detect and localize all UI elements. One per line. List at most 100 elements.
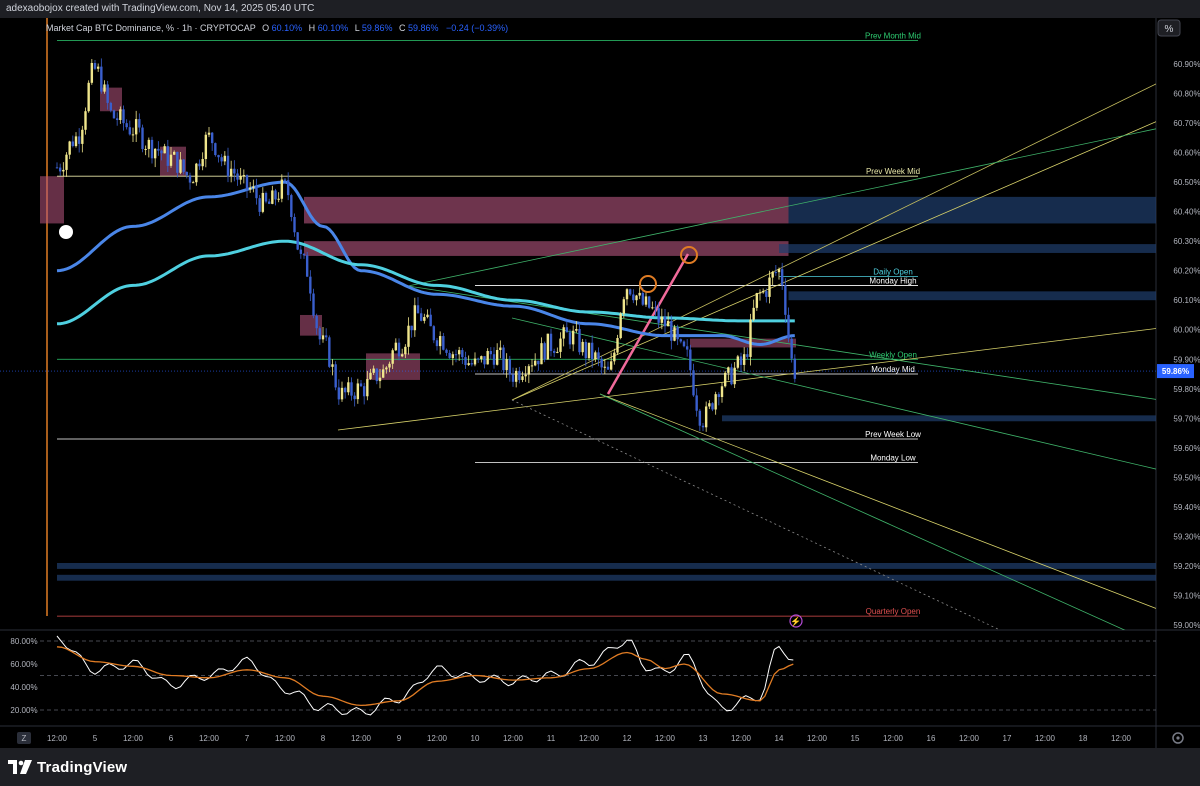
candle[interactable]: [340, 387, 344, 400]
candle[interactable]: [692, 370, 695, 396]
candle[interactable]: [739, 356, 743, 365]
candle[interactable]: [128, 127, 132, 135]
candle[interactable]: [210, 132, 214, 144]
candle[interactable]: [96, 66, 100, 69]
candle[interactable]: [172, 151, 176, 155]
candle[interactable]: [708, 403, 711, 407]
candle[interactable]: [793, 358, 797, 379]
candle[interactable]: [695, 395, 698, 411]
candle[interactable]: [378, 377, 382, 382]
candle[interactable]: [682, 341, 686, 347]
trend-line[interactable]: [407, 285, 1160, 400]
candle[interactable]: [552, 350, 556, 353]
candle[interactable]: [442, 336, 445, 350]
candle[interactable]: [334, 364, 337, 388]
candle[interactable]: [286, 180, 290, 196]
candle[interactable]: [679, 339, 683, 342]
candle[interactable]: [62, 169, 65, 172]
candle[interactable]: [606, 366, 610, 370]
candle[interactable]: [657, 308, 660, 323]
candle[interactable]: [733, 367, 736, 385]
candle[interactable]: [220, 157, 223, 162]
candle[interactable]: [761, 291, 765, 293]
candle[interactable]: [381, 369, 385, 378]
candle[interactable]: [505, 359, 508, 371]
candle[interactable]: [448, 352, 451, 359]
supply-zone[interactable]: [304, 196, 789, 224]
candle[interactable]: [100, 66, 103, 92]
candle[interactable]: [191, 182, 195, 184]
candle[interactable]: [182, 159, 185, 172]
candle[interactable]: [315, 315, 318, 329]
candle[interactable]: [476, 358, 480, 360]
candle[interactable]: [359, 383, 363, 387]
candle[interactable]: [245, 175, 249, 190]
candle[interactable]: [489, 350, 493, 355]
candle[interactable]: [195, 163, 198, 183]
trend-line[interactable]: [511, 120, 1160, 401]
demand-zone[interactable]: [57, 574, 1156, 581]
demand-zone[interactable]: [788, 291, 1157, 301]
candle[interactable]: [163, 146, 166, 154]
candle[interactable]: [413, 305, 417, 331]
candle[interactable]: [404, 346, 407, 355]
candle[interactable]: [214, 143, 217, 156]
candle[interactable]: [435, 340, 439, 347]
candle[interactable]: [644, 296, 648, 305]
candle[interactable]: [87, 82, 90, 112]
candle[interactable]: [201, 159, 204, 167]
candle[interactable]: [651, 307, 654, 309]
candle[interactable]: [511, 374, 515, 382]
candle[interactable]: [571, 330, 575, 345]
candle[interactable]: [714, 394, 717, 410]
candle[interactable]: [590, 342, 594, 360]
candle[interactable]: [600, 358, 603, 368]
candle[interactable]: [445, 349, 448, 353]
candle[interactable]: [305, 255, 309, 277]
candle[interactable]: [625, 289, 629, 300]
candle[interactable]: [613, 352, 616, 362]
candle[interactable]: [777, 269, 781, 273]
candle[interactable]: [353, 395, 356, 400]
candle[interactable]: [575, 329, 578, 331]
candle[interactable]: [179, 159, 182, 173]
candle[interactable]: [90, 62, 94, 83]
candle[interactable]: [638, 292, 641, 296]
candle[interactable]: [385, 367, 388, 370]
candle[interactable]: [309, 276, 312, 294]
candle[interactable]: [467, 363, 470, 366]
candle[interactable]: [616, 338, 619, 353]
candle[interactable]: [562, 327, 565, 339]
candle[interactable]: [765, 291, 768, 297]
candle[interactable]: [727, 367, 730, 373]
candle[interactable]: [255, 186, 258, 199]
candle[interactable]: [486, 350, 489, 365]
candle[interactable]: [673, 327, 676, 341]
candle[interactable]: [328, 337, 331, 367]
candle[interactable]: [457, 350, 461, 355]
candle[interactable]: [188, 175, 192, 183]
candle[interactable]: [549, 333, 553, 351]
candle[interactable]: [768, 277, 771, 297]
candle[interactable]: [198, 163, 201, 167]
candle[interactable]: [185, 171, 189, 176]
candle[interactable]: [356, 383, 360, 400]
marker-circle[interactable]: [639, 275, 657, 293]
candle[interactable]: [77, 136, 81, 144]
candle[interactable]: [559, 338, 562, 352]
candle[interactable]: [394, 342, 398, 351]
candle[interactable]: [157, 148, 160, 151]
candle[interactable]: [419, 313, 423, 321]
candle[interactable]: [261, 192, 265, 212]
candle[interactable]: [407, 325, 410, 347]
candle[interactable]: [502, 347, 505, 371]
candle[interactable]: [271, 190, 274, 204]
candle[interactable]: [226, 155, 230, 177]
marker-dot[interactable]: [59, 225, 73, 239]
candle[interactable]: [331, 364, 334, 367]
candle[interactable]: [58, 167, 62, 172]
candle[interactable]: [495, 349, 499, 365]
candle[interactable]: [147, 139, 151, 149]
candle[interactable]: [676, 327, 679, 340]
candle[interactable]: [689, 349, 692, 371]
